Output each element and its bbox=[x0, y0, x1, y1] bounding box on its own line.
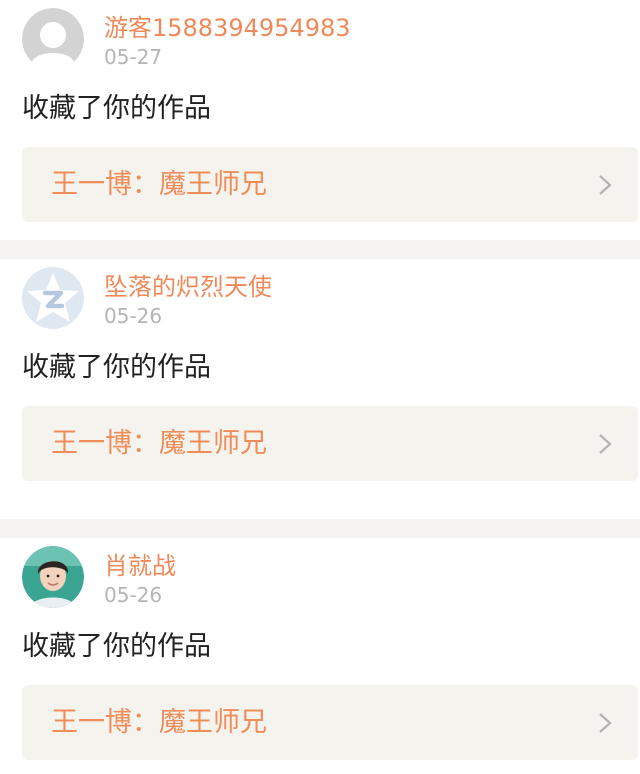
work-link[interactable]: 王一博：魔王师兄 bbox=[22, 147, 638, 222]
work-title: 王一博：魔王师兄 bbox=[51, 707, 267, 738]
user-name[interactable]: 坠落的炽烈天使 bbox=[104, 272, 272, 302]
notification-item: 肖就战 05-26 收藏了你的作品 王一博：魔王师兄 bbox=[0, 538, 640, 774]
chevron-right-icon bbox=[598, 434, 612, 454]
notification-date: 05-26 bbox=[104, 304, 163, 328]
chevron-right-icon bbox=[598, 175, 612, 195]
user-name[interactable]: 肖就战 bbox=[104, 551, 176, 581]
action-text: 收藏了你的作品 bbox=[22, 352, 211, 383]
work-link[interactable]: 王一博：魔王师兄 bbox=[22, 685, 638, 760]
qq-star-avatar-icon[interactable] bbox=[22, 267, 84, 329]
chevron-right-icon bbox=[598, 713, 612, 733]
user-name[interactable]: 游客1588394954983 bbox=[104, 13, 351, 43]
default-gray-avatar-icon[interactable] bbox=[22, 8, 84, 70]
photo-avatar[interactable] bbox=[22, 546, 84, 608]
notification-date: 05-27 bbox=[104, 45, 163, 69]
action-text: 收藏了你的作品 bbox=[22, 93, 211, 124]
divider bbox=[0, 240, 640, 259]
action-text: 收藏了你的作品 bbox=[22, 631, 211, 662]
notification-date: 05-26 bbox=[104, 583, 163, 607]
notification-feed: 游客1588394954983 05-27 收藏了你的作品 王一博：魔王师兄 坠… bbox=[0, 0, 640, 774]
work-link[interactable]: 王一博：魔王师兄 bbox=[22, 406, 638, 481]
work-title: 王一博：魔王师兄 bbox=[51, 169, 267, 200]
work-title: 王一博：魔王师兄 bbox=[51, 428, 267, 459]
divider bbox=[0, 519, 640, 538]
notification-item: 坠落的炽烈天使 05-26 收藏了你的作品 王一博：魔王师兄 bbox=[0, 259, 640, 519]
notification-item: 游客1588394954983 05-27 收藏了你的作品 王一博：魔王师兄 bbox=[0, 0, 640, 240]
